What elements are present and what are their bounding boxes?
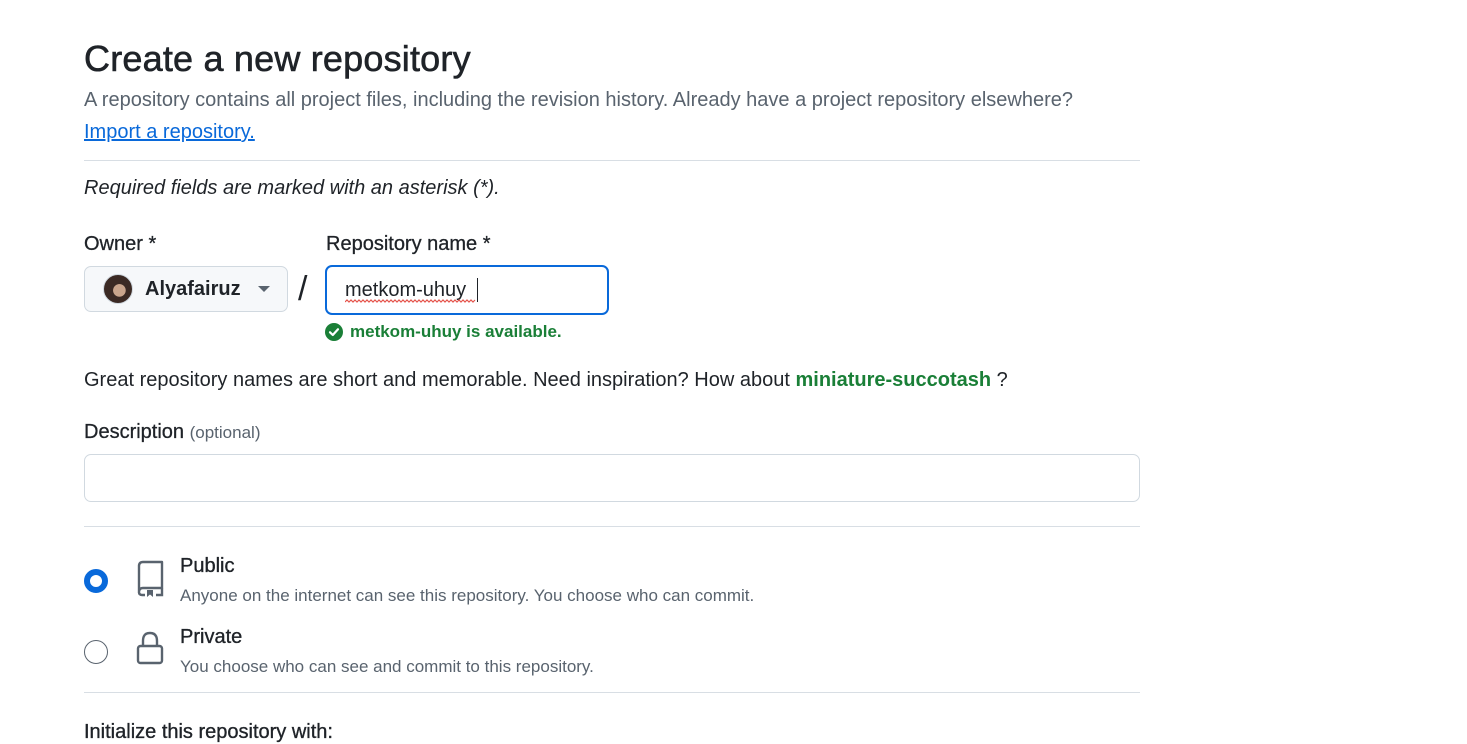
visibility-private-description: You choose who can see and commit to thi… — [180, 657, 594, 676]
repository-name-label: Repository name * — [326, 233, 491, 255]
divider — [84, 692, 1140, 693]
divider — [84, 160, 1140, 161]
visibility-private-title: Private — [180, 626, 243, 648]
text-cursor — [477, 278, 478, 302]
optional-tag: (optional) — [189, 423, 261, 442]
owner-name: Alyafairuz — [145, 277, 241, 300]
import-repository-link[interactable]: Import a repository. — [84, 121, 255, 144]
repo-icon — [137, 560, 164, 597]
page-title: Create a new repository — [84, 38, 471, 80]
initialize-heading: Initialize this repository with: — [84, 721, 333, 743]
availability-text: metkom-uhuy is available. — [350, 322, 562, 341]
spellcheck-underline — [345, 299, 476, 303]
check-circle-icon — [325, 323, 343, 341]
lock-icon — [136, 631, 164, 665]
owner-select-button[interactable]: Alyafairuz — [84, 266, 288, 312]
description-label: Description (optional) — [84, 421, 261, 444]
visibility-public-radio[interactable] — [84, 569, 108, 593]
visibility-private-radio[interactable] — [84, 640, 108, 664]
owner-label: Owner * — [84, 233, 157, 255]
owner-repo-separator: / — [298, 270, 308, 308]
page-subtitle: A repository contains all project files,… — [84, 89, 1074, 111]
name-inspiration: Great repository names are short and mem… — [84, 369, 1008, 392]
description-label-text: Description — [84, 421, 185, 443]
required-fields-note: Required fields are marked with an aster… — [84, 177, 500, 199]
visibility-public-title: Public — [180, 555, 235, 577]
caret-down-icon — [257, 286, 270, 292]
description-input[interactable] — [84, 454, 1140, 502]
availability-message: metkom-uhuy is available. — [325, 322, 562, 342]
avatar — [103, 274, 133, 304]
divider — [84, 526, 1140, 527]
inspiration-text: Great repository names are short and mem… — [84, 369, 790, 391]
visibility-public-description: Anyone on the internet can see this repo… — [180, 586, 755, 605]
suggested-name-link[interactable]: miniature-succotash — [795, 369, 991, 391]
inspiration-suffix: ? — [996, 369, 1008, 391]
repository-name-input[interactable] — [325, 265, 609, 315]
